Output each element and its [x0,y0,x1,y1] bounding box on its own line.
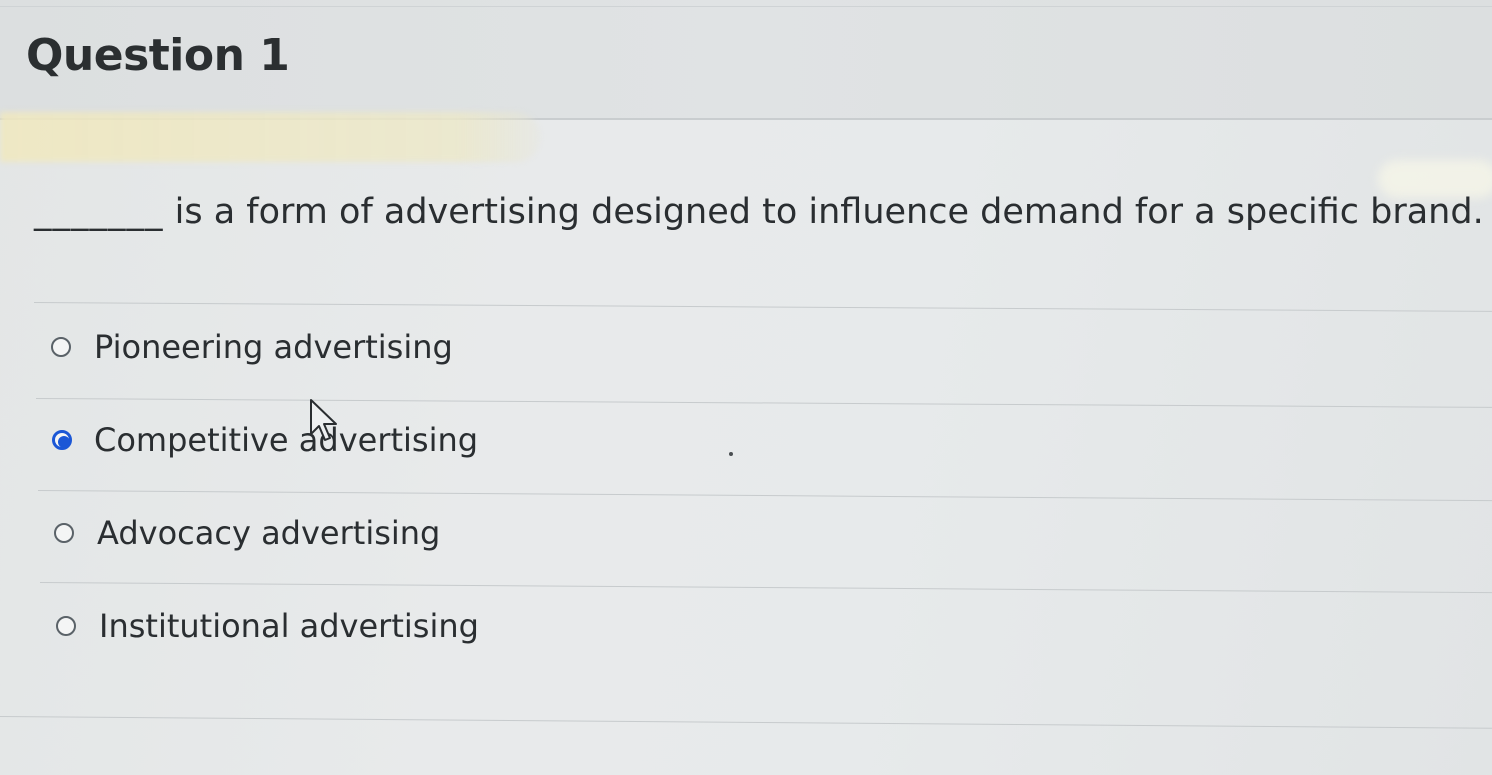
glare-highlight [0,112,540,162]
answer-label: Institutional advertising [99,607,479,645]
divider-5 [0,716,1492,729]
radio-button[interactable] [56,616,76,636]
radio-button[interactable] [51,337,71,357]
answer-option-institutional[interactable]: Institutional advertising [56,607,479,645]
radio-button[interactable] [54,523,74,543]
top-divider [0,6,1492,7]
answer-label: Pioneering advertising [94,328,453,366]
divider-3 [37,490,1492,502]
answer-label: Competitive advertising [94,421,479,459]
mouse-pointer-icon [310,399,337,441]
radio-button-selected[interactable] [52,430,72,450]
answer-option-competitive[interactable]: Competitive advertising [52,421,478,459]
question-text: is a form of advertising designed to inf… [174,192,1484,232]
answer-option-advocacy[interactable]: Advocacy advertising [54,514,440,552]
screen-speck [729,452,733,456]
divider-2 [35,398,1492,408]
divider-1 [33,302,1492,312]
answer-blank: _______ [34,192,164,232]
divider-4 [39,582,1492,594]
answer-option-pioneering[interactable]: Pioneering advertising [51,328,453,366]
question-title: Question 1 [26,30,290,81]
question-prompt: _______ is a form of advertising designe… [34,192,1484,232]
answer-label: Advocacy advertising [97,514,441,552]
